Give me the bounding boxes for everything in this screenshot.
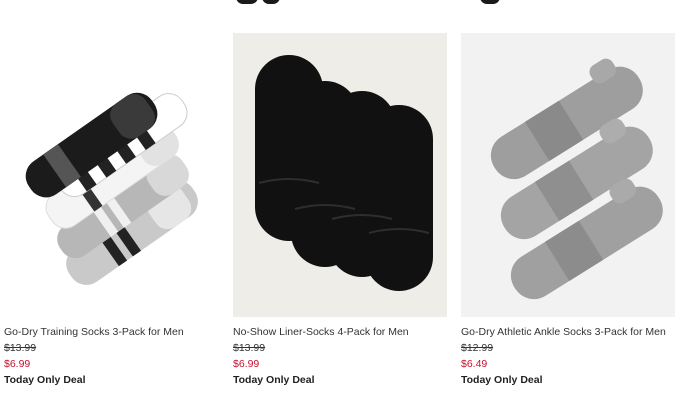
product-card[interactable]: Go-Dry Athletic Ankle Socks 3-Pack for M…	[461, 33, 675, 387]
product-card[interactable]: Go-Dry Training Socks 3-Pack for Men $13…	[4, 33, 218, 387]
deal-badge: Today Only Deal	[4, 374, 86, 386]
product-image-training-socks[interactable]	[4, 33, 218, 317]
original-price: $13.99	[233, 342, 266, 354]
deal-badge: Today Only Deal	[461, 374, 543, 386]
previous-row-image-edges	[0, 0, 684, 8]
sale-price: $6.99	[233, 358, 260, 370]
product-name[interactable]: No-Show Liner-Socks 4-Pack for Men	[233, 326, 447, 339]
product-image-liner-socks[interactable]	[233, 33, 447, 317]
sale-price: $6.49	[461, 358, 488, 370]
original-price: $12.99	[461, 342, 494, 354]
product-card[interactable]: No-Show Liner-Socks 4-Pack for Men $13.9…	[233, 33, 447, 387]
product-name[interactable]: Go-Dry Training Socks 3-Pack for Men	[4, 326, 218, 339]
product-image-ankle-socks[interactable]	[461, 33, 675, 317]
original-price: $13.99	[4, 342, 37, 354]
product-name[interactable]: Go-Dry Athletic Ankle Socks 3-Pack for M…	[461, 326, 675, 339]
sale-price: $6.99	[4, 358, 31, 370]
deal-badge: Today Only Deal	[233, 374, 315, 386]
